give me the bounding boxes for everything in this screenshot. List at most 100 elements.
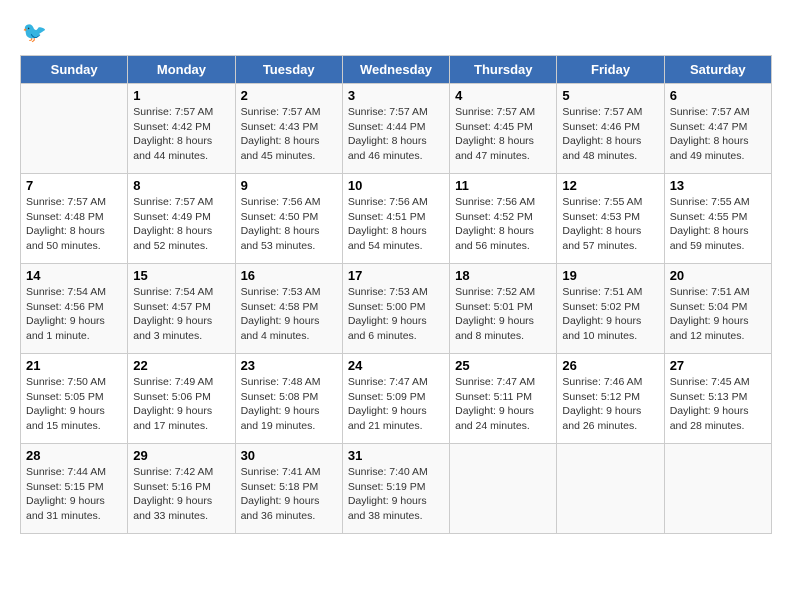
day-number: 20: [670, 268, 766, 283]
day-info: Sunrise: 7:56 AMSunset: 4:50 PMDaylight:…: [241, 195, 337, 254]
logo: 🐦: [20, 20, 47, 45]
calendar-cell: 26 Sunrise: 7:46 AMSunset: 5:12 PMDayligh…: [557, 354, 664, 444]
day-number: 16: [241, 268, 337, 283]
calendar-header: SundayMondayTuesdayWednesdayThursdayFrid…: [21, 56, 772, 84]
calendar-cell: 1 Sunrise: 7:57 AMSunset: 4:42 PMDaylight…: [128, 84, 235, 174]
day-info: Sunrise: 7:57 AMSunset: 4:43 PMDaylight:…: [241, 105, 337, 164]
day-number: 28: [26, 448, 122, 463]
day-info: Sunrise: 7:55 AMSunset: 4:53 PMDaylight:…: [562, 195, 658, 254]
day-number: 21: [26, 358, 122, 373]
weekday-header-thursday: Thursday: [450, 56, 557, 84]
calendar-cell: 2 Sunrise: 7:57 AMSunset: 4:43 PMDaylight…: [235, 84, 342, 174]
day-number: 17: [348, 268, 444, 283]
day-info: Sunrise: 7:47 AMSunset: 5:11 PMDaylight:…: [455, 375, 551, 434]
weekday-header-friday: Friday: [557, 56, 664, 84]
day-info: Sunrise: 7:54 AMSunset: 4:56 PMDaylight:…: [26, 285, 122, 344]
calendar-week-row: 7 Sunrise: 7:57 AMSunset: 4:48 PMDaylight…: [21, 174, 772, 264]
day-info: Sunrise: 7:56 AMSunset: 4:52 PMDaylight:…: [455, 195, 551, 254]
calendar-cell: 12 Sunrise: 7:55 AMSunset: 4:53 PMDayligh…: [557, 174, 664, 264]
day-number: 23: [241, 358, 337, 373]
calendar-cell: 11 Sunrise: 7:56 AMSunset: 4:52 PMDayligh…: [450, 174, 557, 264]
day-number: 4: [455, 88, 551, 103]
calendar-cell: 8Sunrise: 7:57 AMSunset: 4:49 PMDaylight…: [128, 174, 235, 264]
day-number: 14: [26, 268, 122, 283]
calendar-week-row: 28 Sunrise: 7:44 AMSunset: 5:15 PMDayligh…: [21, 444, 772, 534]
calendar-week-row: 1 Sunrise: 7:57 AMSunset: 4:42 PMDaylight…: [21, 84, 772, 174]
calendar-cell: 30Sunrise: 7:41 AMSunset: 5:18 PMDayligh…: [235, 444, 342, 534]
day-number: 3: [348, 88, 444, 103]
calendar-cell: [450, 444, 557, 534]
calendar-cell: 27Sunrise: 7:45 AMSunset: 5:13 PMDayligh…: [664, 354, 771, 444]
calendar-cell: 14 Sunrise: 7:54 AMSunset: 4:56 PMDayligh…: [21, 264, 128, 354]
day-info: Sunrise: 7:57 AMSunset: 4:45 PMDaylight:…: [455, 105, 551, 164]
day-number: 29: [133, 448, 229, 463]
day-info: Sunrise: 7:42 AMSunset: 5:16 PMDaylight:…: [133, 465, 229, 524]
day-info: Sunrise: 7:52 AMSunset: 5:01 PMDaylight:…: [455, 285, 551, 344]
calendar-cell: 15Sunrise: 7:54 AMSunset: 4:57 PMDayligh…: [128, 264, 235, 354]
day-info: Sunrise: 7:57 AMSunset: 4:47 PMDaylight:…: [670, 105, 766, 164]
day-number: 27: [670, 358, 766, 373]
calendar-cell: 21Sunrise: 7:50 AMSunset: 5:05 PMDayligh…: [21, 354, 128, 444]
day-number: 2: [241, 88, 337, 103]
day-info: Sunrise: 7:57 AMSunset: 4:44 PMDaylight:…: [348, 105, 444, 164]
day-info: Sunrise: 7:51 AMSunset: 5:04 PMDaylight:…: [670, 285, 766, 344]
day-info: Sunrise: 7:47 AMSunset: 5:09 PMDaylight:…: [348, 375, 444, 434]
day-info: Sunrise: 7:55 AMSunset: 4:55 PMDaylight:…: [670, 195, 766, 254]
calendar-cell: 19 Sunrise: 7:51 AMSunset: 5:02 PMDayligh…: [557, 264, 664, 354]
day-info: Sunrise: 7:51 AMSunset: 5:02 PMDaylight:…: [562, 285, 658, 344]
day-number: 12: [562, 178, 658, 193]
day-info: Sunrise: 7:46 AMSunset: 5:12 PMDaylight:…: [562, 375, 658, 434]
calendar-cell: 9 Sunrise: 7:56 AMSunset: 4:50 PMDaylight…: [235, 174, 342, 264]
calendar-cell: 13 Sunrise: 7:55 AMSunset: 4:55 PMDayligh…: [664, 174, 771, 264]
day-info: Sunrise: 7:48 AMSunset: 5:08 PMDaylight:…: [241, 375, 337, 434]
day-number: 26: [562, 358, 658, 373]
weekday-header-wednesday: Wednesday: [342, 56, 449, 84]
day-info: Sunrise: 7:57 AMSunset: 4:49 PMDaylight:…: [133, 195, 229, 254]
calendar-cell: 28 Sunrise: 7:44 AMSunset: 5:15 PMDayligh…: [21, 444, 128, 534]
day-info: Sunrise: 7:57 AMSunset: 4:46 PMDaylight:…: [562, 105, 658, 164]
day-info: Sunrise: 7:44 AMSunset: 5:15 PMDaylight:…: [26, 465, 122, 524]
calendar-cell: 5Sunrise: 7:57 AMSunset: 4:46 PMDaylight…: [557, 84, 664, 174]
calendar-cell: [664, 444, 771, 534]
day-number: 19: [562, 268, 658, 283]
calendar-cell: 18 Sunrise: 7:52 AMSunset: 5:01 PMDayligh…: [450, 264, 557, 354]
day-number: 11: [455, 178, 551, 193]
day-number: 24: [348, 358, 444, 373]
calendar-cell: 10Sunrise: 7:56 AMSunset: 4:51 PMDayligh…: [342, 174, 449, 264]
weekday-header-tuesday: Tuesday: [235, 56, 342, 84]
calendar-cell: 16 Sunrise: 7:53 AMSunset: 4:58 PMDayligh…: [235, 264, 342, 354]
logo-bird-icon: 🐦: [22, 20, 47, 45]
calendar-cell: 29 Sunrise: 7:42 AMSunset: 5:16 PMDayligh…: [128, 444, 235, 534]
day-number: 22: [133, 358, 229, 373]
day-info: Sunrise: 7:49 AMSunset: 5:06 PMDaylight:…: [133, 375, 229, 434]
day-number: 15: [133, 268, 229, 283]
calendar-cell: [557, 444, 664, 534]
day-number: 25: [455, 358, 551, 373]
day-info: Sunrise: 7:57 AMSunset: 4:48 PMDaylight:…: [26, 195, 122, 254]
day-number: 7: [26, 178, 122, 193]
calendar-cell: 20 Sunrise: 7:51 AMSunset: 5:04 PMDayligh…: [664, 264, 771, 354]
calendar-cell: [21, 84, 128, 174]
day-info: Sunrise: 7:40 AMSunset: 5:19 PMDaylight:…: [348, 465, 444, 524]
weekday-header-monday: Monday: [128, 56, 235, 84]
day-number: 9: [241, 178, 337, 193]
calendar-cell: 3 Sunrise: 7:57 AMSunset: 4:44 PMDaylight…: [342, 84, 449, 174]
day-number: 31: [348, 448, 444, 463]
weekday-header-row: SundayMondayTuesdayWednesdayThursdayFrid…: [21, 56, 772, 84]
calendar-cell: 7 Sunrise: 7:57 AMSunset: 4:48 PMDaylight…: [21, 174, 128, 264]
day-number: 1: [133, 88, 229, 103]
calendar-week-row: 21Sunrise: 7:50 AMSunset: 5:05 PMDayligh…: [21, 354, 772, 444]
weekday-header-sunday: Sunday: [21, 56, 128, 84]
day-number: 18: [455, 268, 551, 283]
calendar-body: 1 Sunrise: 7:57 AMSunset: 4:42 PMDaylight…: [21, 84, 772, 534]
page-header: 🐦: [20, 20, 772, 45]
day-info: Sunrise: 7:53 AMSunset: 4:58 PMDaylight:…: [241, 285, 337, 344]
day-info: Sunrise: 7:53 AMSunset: 5:00 PMDaylight:…: [348, 285, 444, 344]
calendar-cell: 23 Sunrise: 7:48 AMSunset: 5:08 PMDayligh…: [235, 354, 342, 444]
day-info: Sunrise: 7:41 AMSunset: 5:18 PMDaylight:…: [241, 465, 337, 524]
day-number: 13: [670, 178, 766, 193]
day-number: 6: [670, 88, 766, 103]
calendar-cell: 6 Sunrise: 7:57 AMSunset: 4:47 PMDaylight…: [664, 84, 771, 174]
day-info: Sunrise: 7:57 AMSunset: 4:42 PMDaylight:…: [133, 105, 229, 164]
calendar-cell: 25 Sunrise: 7:47 AMSunset: 5:11 PMDayligh…: [450, 354, 557, 444]
